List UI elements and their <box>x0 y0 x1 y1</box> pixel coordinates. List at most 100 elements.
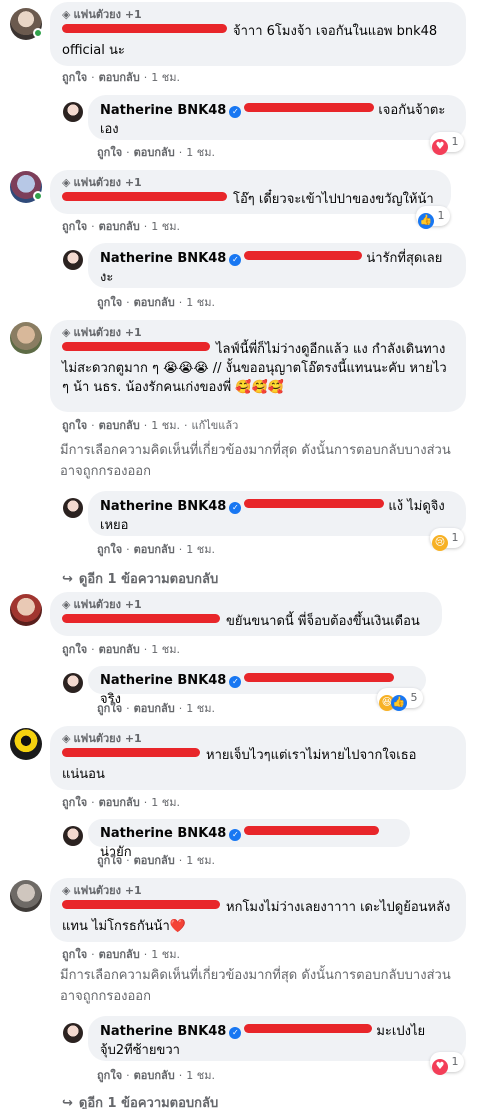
separator: · <box>183 419 188 432</box>
page-avatar[interactable] <box>63 250 83 270</box>
view-more-replies-link[interactable]: ↪ ดูอีก 1 ข้อความตอบกลับ <box>62 1092 218 1109</box>
reply-button[interactable]: ตอบกลับ <box>134 143 175 161</box>
reply-button[interactable]: ตอบกลับ <box>134 540 175 558</box>
diamond-icon: ◈ <box>62 326 71 339</box>
reaction-number: 1 <box>451 1055 459 1068</box>
separator: · <box>178 146 183 159</box>
separator: · <box>143 419 148 432</box>
like-button[interactable]: ถูกใจ <box>62 640 87 658</box>
reply-button[interactable]: ตอบกลับ <box>99 945 140 963</box>
page-avatar[interactable] <box>63 498 83 518</box>
diamond-icon: ◈ <box>62 8 71 21</box>
timestamp[interactable]: 1 ชม. <box>186 851 215 869</box>
like-button[interactable]: ถูกใจ <box>97 1066 122 1084</box>
page-name[interactable]: Natherine BNK48 <box>100 251 226 266</box>
reaction-count[interactable]: 👍 1 <box>416 206 450 229</box>
verified-badge-icon: ✓ <box>229 676 242 688</box>
like-button[interactable]: ถูกใจ <box>62 793 87 811</box>
page-name[interactable]: Natherine BNK48 <box>100 826 226 841</box>
timestamp[interactable]: 1 ชม. <box>186 293 215 311</box>
page-name[interactable]: Natherine BNK48 <box>100 1024 226 1039</box>
reply-actions: ถูกใจ · ตอบกลับ · 1 ชม. <box>97 540 215 558</box>
avatar[interactable] <box>10 594 42 626</box>
page-name[interactable]: Natherine BNK48 <box>100 499 226 514</box>
timestamp[interactable]: 1 ชม. <box>186 1066 215 1084</box>
redacted-name <box>244 499 385 508</box>
timestamp[interactable]: 1 ชม. <box>151 217 180 235</box>
reply-button[interactable]: ตอบกลับ <box>99 217 140 235</box>
reply-button[interactable]: ตอบกลับ <box>99 416 140 434</box>
comment-actions: ถูกใจ · ตอบกลับ · 1 ชม. · แก้ไขแล้ว <box>62 416 238 434</box>
reply-button[interactable]: ตอบกลับ <box>99 640 140 658</box>
redacted-name <box>244 673 395 682</box>
timestamp[interactable]: 1 ชม. <box>151 416 180 434</box>
page-name[interactable]: Natherine BNK48 <box>100 103 226 118</box>
like-button[interactable]: ถูกใจ <box>97 851 122 869</box>
like-button[interactable]: ถูกใจ <box>97 293 122 311</box>
fan-badge: ◈ แฟนตัวยง +1 <box>62 598 430 612</box>
reaction-count[interactable]: 😢 1 <box>430 528 464 551</box>
like-button[interactable]: ถูกใจ <box>62 945 87 963</box>
reply-button[interactable]: ตอบกลับ <box>134 293 175 311</box>
page-name[interactable]: Natherine BNK48 <box>100 673 226 688</box>
separator: · <box>126 854 130 867</box>
reaction-number: 1 <box>451 531 459 544</box>
reaction-count[interactable]: 😆👍 5 <box>377 688 423 711</box>
page-avatar[interactable] <box>63 1023 83 1043</box>
reply-actions: ถูกใจ · ตอบกลับ · 1 ชม. <box>97 143 215 161</box>
reaction-count[interactable]: ♥ 1 <box>430 132 464 155</box>
comment-bubble: ◈ แฟนตัวยง +1 หายเจ็บไวๆแต่เราไม่หายไปจาก… <box>50 726 466 790</box>
separator: · <box>91 419 95 432</box>
comment-actions: ถูกใจ · ตอบกลับ · 1 ชม. <box>62 68 180 86</box>
fan-badge-label: แฟนตัวยง +1 <box>73 176 142 189</box>
redacted-name <box>244 251 363 260</box>
timestamp[interactable]: 1 ชม. <box>151 945 180 963</box>
comment-bubble: ◈ แฟนตัวยง +1 โอ๊ๆ เดี๋ยวจะเข้าไปปาของขวั… <box>50 170 451 214</box>
avatar[interactable] <box>10 322 42 354</box>
like-button[interactable]: ถูกใจ <box>97 699 122 717</box>
avatar[interactable] <box>10 728 42 760</box>
reply-button[interactable]: ตอบกลับ <box>134 699 175 717</box>
fan-badge: ◈ แฟนตัวยง +1 <box>62 732 454 746</box>
verified-badge-icon: ✓ <box>229 1027 242 1039</box>
page-avatar[interactable] <box>63 673 83 693</box>
reply-button[interactable]: ตอบกลับ <box>134 851 175 869</box>
like-button[interactable]: ถูกใจ <box>97 143 122 161</box>
like-button[interactable]: ถูกใจ <box>62 416 87 434</box>
page-avatar[interactable] <box>63 826 83 846</box>
timestamp[interactable]: 1 ชม. <box>186 540 215 558</box>
comment-actions: ถูกใจ · ตอบกลับ · 1 ชม. <box>62 945 180 963</box>
reply-bubble: Natherine BNK48 ✓ แง้ ไม่ดูจิงเหยอ <box>88 491 466 536</box>
redacted-name <box>244 1024 373 1033</box>
like-button[interactable]: ถูกใจ <box>97 540 122 558</box>
reply-button[interactable]: ตอบกลับ <box>99 68 140 86</box>
like-button[interactable]: ถูกใจ <box>62 68 87 86</box>
separator: · <box>178 543 183 556</box>
fan-badge: ◈ แฟนตัวยง +1 <box>62 326 454 340</box>
separator: · <box>126 1069 130 1082</box>
separator: · <box>91 71 95 84</box>
timestamp[interactable]: 1 ชม. <box>151 793 180 811</box>
like-button[interactable]: ถูกใจ <box>62 217 87 235</box>
timestamp[interactable]: 1 ชม. <box>186 699 215 717</box>
like-reaction-icon: 👍 <box>391 695 407 711</box>
view-more-replies-label: ดูอีก 1 ข้อความตอบกลับ <box>78 1096 219 1109</box>
fan-badge-label: แฟนตัวยง +1 <box>73 8 142 21</box>
view-more-replies-link[interactable]: ↪ ดูอีก 1 ข้อความตอบกลับ <box>62 568 218 589</box>
page-avatar[interactable] <box>63 102 83 122</box>
redacted-name <box>62 342 210 351</box>
reply-bubble: Natherine BNK48 ✓จริง <box>88 666 426 707</box>
reply-button[interactable]: ตอบกลับ <box>134 1066 175 1084</box>
avatar[interactable] <box>10 880 42 912</box>
reply-bubble: Natherine BNK48 ✓ น่ารักที่สุดเลยงะ <box>88 243 466 288</box>
reply-button[interactable]: ตอบกลับ <box>99 793 140 811</box>
timestamp[interactable]: 1 ชม. <box>151 68 180 86</box>
fan-badge-label: แฟนตัวยง +1 <box>73 732 142 745</box>
timestamp[interactable]: 1 ชม. <box>186 143 215 161</box>
reaction-count[interactable]: ♥ 1 <box>430 1052 464 1075</box>
reaction-number: 5 <box>410 691 418 704</box>
edited-label[interactable]: แก้ไขแล้ว <box>191 416 238 434</box>
timestamp[interactable]: 1 ชม. <box>151 640 180 658</box>
comment-actions: ถูกใจ · ตอบกลับ · 1 ชม. <box>62 640 180 658</box>
separator: · <box>91 220 95 233</box>
